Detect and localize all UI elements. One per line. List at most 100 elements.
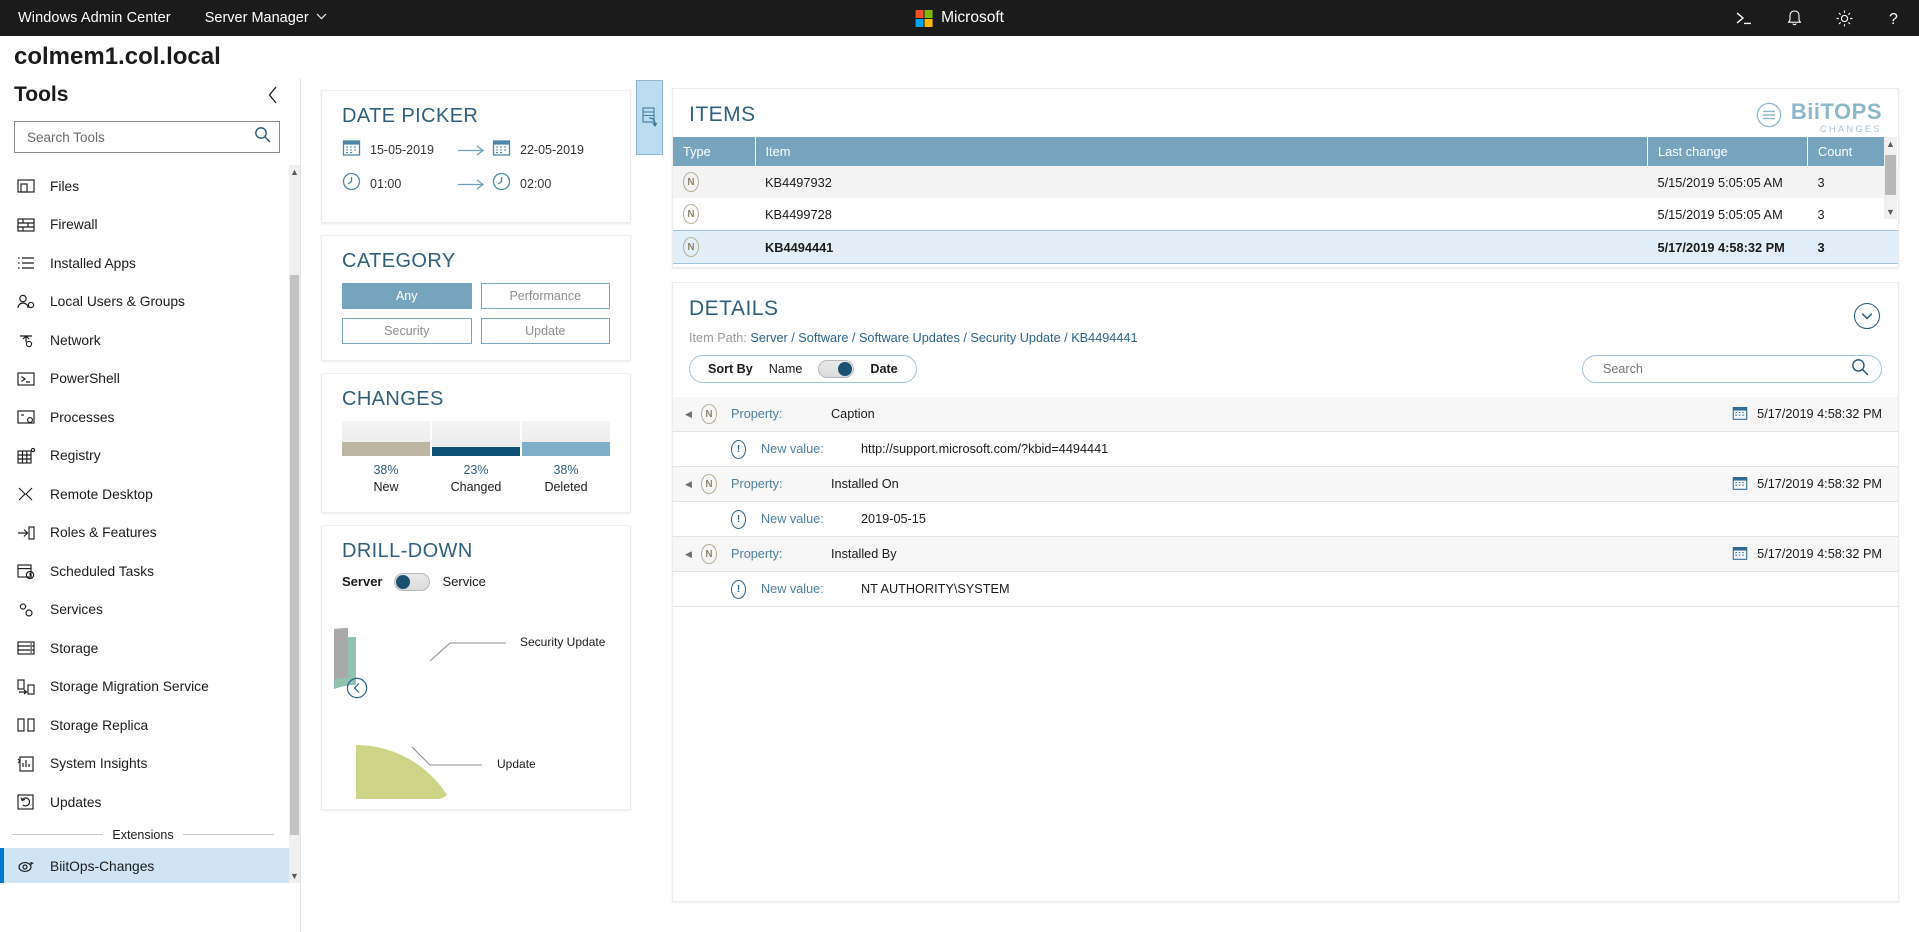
items-table: TypeItemLast changeCount NKB44979325/15/… — [673, 137, 1898, 264]
end-date-field[interactable]: 22-05-2019 — [492, 138, 602, 162]
scroll-down-icon[interactable]: ▼ — [1884, 205, 1897, 219]
drilldown-toggle-left-label: Server — [342, 574, 382, 589]
sidebar-item-powershell[interactable]: PowerShell — [0, 360, 300, 399]
scroll-down-icon[interactable]: ▼ — [289, 869, 300, 883]
end-time-field[interactable]: 02:00 — [492, 172, 602, 196]
sidebar-item-biitops-changes[interactable]: BiitOps-Changes — [0, 848, 300, 884]
sidebar-item-roles-features[interactable]: Roles & Features — [0, 514, 300, 553]
help-icon[interactable]: ? — [1883, 7, 1905, 29]
items-column-header[interactable]: Last change — [1648, 137, 1808, 166]
scrollbar-thumb[interactable] — [1885, 155, 1896, 195]
scrollbar-thumb[interactable] — [290, 275, 299, 835]
chevron-down-circle-icon[interactable] — [1854, 303, 1880, 329]
top-navigation-bar: Windows Admin Center Server Manager Micr… — [0, 0, 1919, 36]
start-date-field[interactable]: 15-05-2019 — [342, 138, 452, 162]
category-button-any[interactable]: Any — [342, 283, 472, 309]
sidebar-item-local-users-groups[interactable]: Local Users & Groups — [0, 283, 300, 322]
gear-icon[interactable] — [1833, 7, 1855, 29]
sidebar-item-installed-apps[interactable]: Installed Apps — [0, 244, 300, 283]
scroll-up-icon[interactable]: ▲ — [289, 165, 300, 179]
sidebar-item-remote-desktop[interactable]: Remote Desktop — [0, 475, 300, 514]
sort-option-name[interactable]: Name — [769, 362, 803, 376]
expand-triangle-icon[interactable]: ◀ — [685, 479, 701, 490]
sidebar-item-updates[interactable]: Updates — [0, 783, 300, 822]
category-button-security[interactable]: Security — [342, 318, 472, 344]
category-button-performance[interactable]: Performance — [481, 283, 611, 309]
scheduled-tasks-icon — [16, 561, 36, 581]
search-icon[interactable] — [254, 126, 271, 148]
search-icon[interactable] — [1851, 358, 1869, 381]
collapse-sidebar-chevron-icon[interactable] — [267, 86, 280, 104]
chevron-down-icon — [316, 13, 327, 23]
panel-collapse-tab[interactable] — [636, 80, 663, 155]
sort-toggle[interactable] — [818, 360, 854, 378]
app-brand[interactable]: Windows Admin Center — [0, 10, 171, 26]
scroll-up-icon[interactable]: ▲ — [1884, 137, 1897, 151]
powershell-icon — [16, 369, 36, 389]
changes-percent: 38% — [522, 462, 610, 479]
detail-value-row: !New value:NT AUTHORITY\SYSTEM — [673, 572, 1898, 607]
expand-triangle-icon[interactable]: ◀ — [685, 409, 701, 420]
detail-property-row[interactable]: ◀NProperty:Installed On5/17/2019 4:58:32… — [673, 467, 1898, 502]
new-value-label: New value: — [761, 582, 861, 596]
sidebar-item-label: Installed Apps — [50, 256, 136, 271]
arrow-right-icon — [452, 179, 492, 190]
table-row[interactable]: NKB44944415/17/2019 4:58:32 PM3 — [673, 231, 1898, 264]
search-input[interactable] — [25, 129, 254, 146]
sidebar-item-storage-migration-service[interactable]: Storage Migration Service — [0, 668, 300, 707]
sidebar-item-processes[interactable]: Processes — [0, 398, 300, 437]
changes-title: CHANGES — [342, 388, 610, 411]
table-row[interactable]: NKB44979325/15/2019 5:05:05 AM3 — [673, 166, 1898, 198]
donut-label-update: Update — [497, 757, 536, 771]
drilldown-toggle[interactable] — [394, 573, 430, 591]
arrow-right-icon — [452, 145, 492, 156]
items-scrollbar[interactable]: ▲ ▼ — [1884, 137, 1897, 219]
item-path-label: Item Path: — [689, 331, 747, 345]
sidebar-item-scheduled-tasks[interactable]: Scheduled Tasks — [0, 552, 300, 591]
table-row[interactable]: NKB44997285/15/2019 5:05:05 AM3 — [673, 198, 1898, 231]
sort-by-control[interactable]: Sort By Name Date — [689, 355, 917, 383]
item-name-cell: KB4499728 — [755, 198, 1648, 231]
bar-fill — [522, 442, 610, 456]
server-manager-menu[interactable]: Server Manager — [205, 10, 327, 26]
details-panel: DETAILS Item Path: Server / Software / S… — [672, 282, 1899, 902]
terminal-icon[interactable] — [1733, 7, 1755, 29]
new-value-text: http://support.microsoft.com/?kbid=44944… — [861, 442, 1108, 456]
sidebar-item-network[interactable]: Network — [0, 321, 300, 360]
sidebar-scrollbar[interactable]: ▲ ▼ — [289, 165, 300, 883]
sidebar-item-firewall[interactable]: Firewall — [0, 206, 300, 245]
storage-replica-icon — [16, 715, 36, 735]
clock-icon — [492, 172, 511, 196]
detail-property-row[interactable]: ◀NProperty:Installed By5/17/2019 4:58:32… — [673, 537, 1898, 572]
category-button-update[interactable]: Update — [481, 318, 611, 344]
sidebar-item-services[interactable]: Services — [0, 591, 300, 630]
sidebar-item-system-insights[interactable]: System Insights — [0, 745, 300, 784]
property-date-text: 5/17/2019 4:58:32 PM — [1757, 407, 1882, 421]
bell-icon[interactable] — [1783, 7, 1805, 29]
start-time-field[interactable]: 01:00 — [342, 172, 452, 196]
info-icon: ! — [731, 510, 761, 529]
sidebar-item-storage-replica[interactable]: Storage Replica — [0, 706, 300, 745]
info-icon: ! — [731, 440, 761, 459]
sidebar-item-label: Registry — [50, 448, 101, 463]
hamburger-circle-icon[interactable] — [1756, 102, 1782, 133]
items-column-header[interactable]: Item — [755, 137, 1648, 166]
sidebar-item-storage[interactable]: Storage — [0, 629, 300, 668]
tools-sidebar: Tools FilesFirewallInstalled AppsLocal U… — [0, 78, 300, 932]
expand-triangle-icon[interactable]: ◀ — [685, 549, 701, 560]
search-tools-box[interactable] — [14, 121, 280, 153]
tools-list[interactable]: FilesFirewall Installed Apps Local Users &… — [0, 165, 300, 883]
drilldown-donut-chart[interactable]: Security Update Update — [342, 599, 610, 799]
details-search-box[interactable] — [1582, 355, 1882, 383]
end-time-value: 02:00 — [520, 177, 551, 191]
info-icon: ! — [731, 580, 761, 599]
changes-label: Changed — [432, 479, 520, 496]
detail-property-row[interactable]: ◀NProperty:Caption5/17/2019 4:58:32 PM — [673, 397, 1898, 432]
items-panel: ITEMS BiiTOPS CHANGES TypeItemLast chang… — [672, 88, 1899, 268]
sidebar-item-registry[interactable]: Registry — [0, 437, 300, 476]
property-date: 5/17/2019 4:58:32 PM — [1732, 405, 1882, 424]
details-search-input[interactable] — [1601, 361, 1851, 377]
sidebar-item-files[interactable]: Files — [0, 167, 300, 206]
items-column-header[interactable]: Type — [673, 137, 755, 166]
sort-option-date[interactable]: Date — [870, 362, 897, 376]
